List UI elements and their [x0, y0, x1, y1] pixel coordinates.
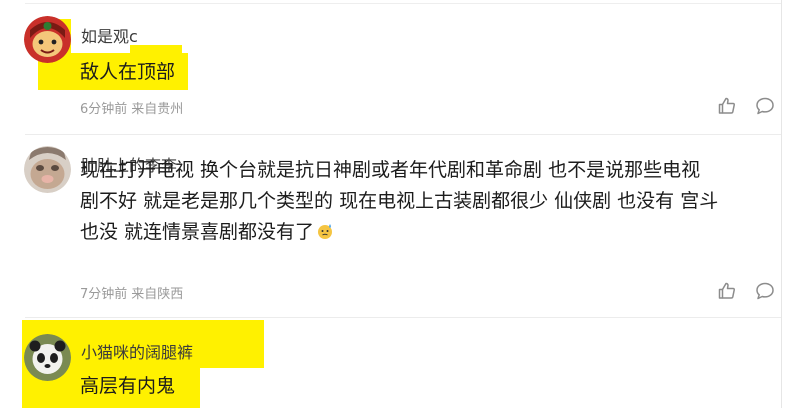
comment-text-line: 现在打开电视 换个台就是抗日神剧或者年代剧和革命剧 也不是说那些电视	[80, 159, 701, 181]
right-border	[781, 0, 782, 408]
avatar[interactable]	[24, 16, 71, 63]
comment-text: 高层有内鬼	[80, 375, 176, 397]
comment-item: 肚肚上的李李 现在打开电视 换个台就是抗日神剧或者年代剧和革命剧 也不是说那些电…	[0, 135, 781, 318]
comment-list: 如是观c 敌人在顶部 6分钟前 来自贵州 肚肚上的李李 现在打开电视 换个台就是…	[0, 0, 800, 408]
reply-icon[interactable]	[755, 281, 775, 301]
like-icon[interactable]	[717, 281, 737, 301]
comment-time: 6分钟前	[80, 102, 128, 117]
avatar[interactable]	[24, 146, 71, 193]
comment-item: 小猫咪的阔腿裤 高层有内鬼	[0, 318, 781, 408]
comment-text-line: 也没 就连情景喜剧都没有了	[80, 221, 315, 243]
comment-location: 来自陕西	[131, 287, 184, 302]
username[interactable]: 如是观c	[81, 23, 138, 47]
sweating-face-emoji-icon	[316, 219, 334, 250]
comment-meta: 7分钟前 来自陕西	[80, 283, 183, 302]
comment-text: 敌人在顶部	[80, 61, 176, 83]
comment-text-line: 剧不好 就是老是那几个类型的 现在电视上古装剧都很少 仙侠剧 也没有 宫斗	[80, 190, 719, 212]
comment-time: 7分钟前	[80, 287, 128, 302]
comment-text-line-last: 也没 就连情景喜剧都没有了	[80, 217, 334, 250]
username[interactable]: 小猫咪的阔腿裤	[81, 339, 193, 363]
like-icon[interactable]	[717, 96, 737, 116]
comment-item: 如是观c 敌人在顶部 6分钟前 来自贵州	[0, 0, 781, 135]
avatar[interactable]	[24, 334, 71, 381]
reply-icon[interactable]	[755, 96, 775, 116]
comment-location: 来自贵州	[131, 102, 184, 117]
comment-meta: 6分钟前 来自贵州	[80, 98, 183, 117]
